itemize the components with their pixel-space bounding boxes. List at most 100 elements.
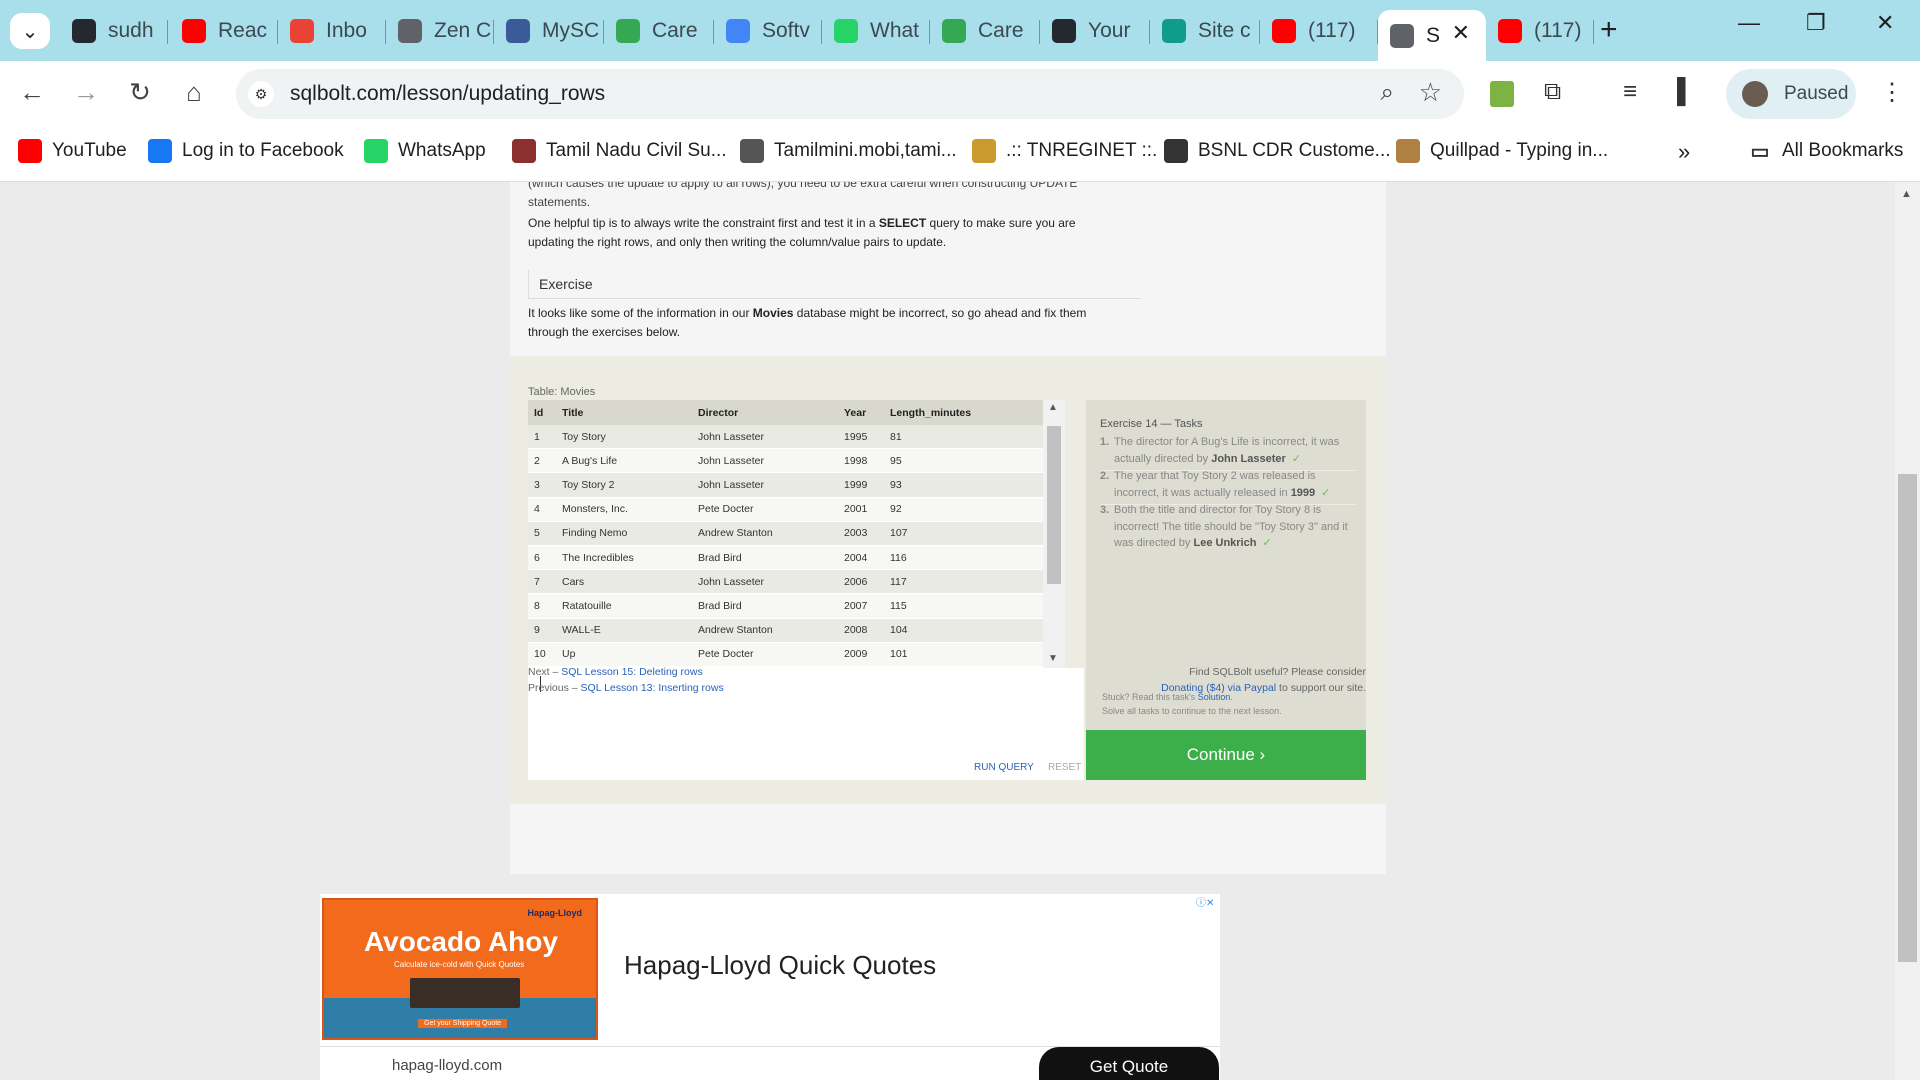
address-bar[interactable]: ⚙ sqlbolt.com/lesson/updating_rows ⌕ ☆ — [236, 69, 1464, 119]
table-cell: Toy Story 2 — [556, 472, 692, 498]
table-cell: Brad Bird — [692, 545, 838, 571]
bookmark-8[interactable]: Quillpad - Typing in... — [1396, 139, 1608, 163]
tab-10[interactable]: Your — [1040, 10, 1150, 52]
bookmark-4[interactable]: Tamil Nadu Civil Su... — [512, 139, 727, 163]
tab-11[interactable]: Site c — [1150, 10, 1260, 52]
bookmark-7[interactable]: BSNL CDR Custome... — [1164, 139, 1391, 163]
bookmark-2[interactable]: Log in to Facebook — [148, 139, 344, 163]
table-cell: 2004 — [838, 545, 884, 571]
advertisement[interactable]: Hapag-Lloyd Avocado Ahoy Calculate ice-c… — [320, 894, 1220, 1080]
exercise-suffix: database might be incorrect, so go ahead… — [793, 306, 1087, 320]
ad-domain[interactable]: hapag-lloyd.com — [392, 1057, 502, 1074]
table-cell: John Lasseter — [692, 569, 838, 595]
next-lesson-link[interactable]: SQL Lesson 15: Deleting rows — [561, 666, 702, 678]
media-control-icon[interactable]: ≡ — [1623, 78, 1637, 106]
tab-6[interactable]: Care — [604, 10, 714, 52]
table-cell: 2001 — [838, 497, 884, 522]
table-cell: Toy Story — [556, 425, 692, 450]
database-icon — [1390, 23, 1414, 48]
zoom-icon[interactable]: ⌕ — [1381, 79, 1394, 107]
bookmark-star-icon[interactable]: ☆ — [1419, 77, 1442, 108]
tab-label: (117) — [1308, 19, 1356, 42]
tab-2[interactable]: Reac — [170, 10, 278, 52]
tab-search-button[interactable]: ⌄ — [10, 13, 50, 49]
bookmark-3[interactable]: WhatsApp — [364, 139, 486, 163]
ad-image[interactable]: Hapag-Lloyd Avocado Ahoy Calculate ice-c… — [322, 898, 598, 1040]
url-text: sqlbolt.com/lesson/updating_rows — [290, 82, 606, 105]
lesson-nav-links: Next – SQL Lesson 15: Deleting rows Prev… — [528, 664, 724, 696]
close-window-button[interactable]: ✕ — [1876, 10, 1894, 36]
tab-14[interactable]: (117) — [1486, 10, 1594, 52]
continue-button[interactable]: Continue › — [1086, 730, 1366, 780]
scroll-down-arrow-icon[interactable]: ▼ — [1048, 653, 1058, 664]
forward-button[interactable]: → — [68, 77, 104, 108]
page-scrollbar[interactable]: ▲ — [1895, 182, 1920, 1080]
tab-1[interactable]: sudh — [60, 10, 168, 52]
table-cell: Finding Nemo — [556, 521, 692, 546]
prev-lesson-link[interactable]: SQL Lesson 13: Inserting rows — [581, 682, 724, 694]
more-menu-icon[interactable]: ⋮ — [1880, 78, 1904, 107]
youtube-icon — [1498, 19, 1522, 43]
tab-9[interactable]: Care — [930, 10, 1040, 52]
tab-8[interactable]: What — [822, 10, 930, 52]
tip-paragraph: One helpful tip is to always write the c… — [528, 214, 1148, 252]
donate-link[interactable]: Donating ($4) via Paypal — [1161, 682, 1276, 694]
tab-12[interactable]: (117) — [1260, 10, 1378, 52]
bookmark-6[interactable]: .:: TNREGINET ::. — [972, 139, 1157, 163]
column-header: Year — [838, 400, 884, 425]
table-row: 4 Monsters, Inc. Pete Docter 2001 92 — [528, 497, 1058, 522]
reload-button[interactable]: ↻ — [122, 77, 158, 108]
youtube-icon — [182, 19, 206, 43]
new-tab-button[interactable]: + — [1600, 13, 1618, 47]
table-cell: 9 — [528, 618, 556, 643]
more-bookmarks-icon[interactable]: » — [1678, 139, 1690, 165]
table-scrollbar[interactable]: ▲ ▼ — [1043, 400, 1065, 668]
tab-3[interactable]: Inbo — [278, 10, 386, 52]
side-panel-icon[interactable]: ▌ — [1677, 78, 1694, 106]
table-cell: Cars — [556, 569, 692, 595]
get-quote-button[interactable]: Get Quote — [1039, 1047, 1219, 1080]
minimize-button[interactable]: — — [1738, 10, 1760, 36]
maximize-button[interactable]: ❐ — [1806, 10, 1826, 36]
profile-button[interactable]: Paused — [1726, 69, 1856, 119]
check-icon: ✓ — [1291, 452, 1302, 465]
table-cell: 117 — [884, 569, 1058, 595]
reset-button[interactable]: RESET — [1048, 762, 1081, 773]
tab-4[interactable]: Zen C — [386, 10, 494, 52]
all-bookmarks-label: All Bookmarks — [1782, 140, 1904, 161]
tab-5[interactable]: MySC — [494, 10, 604, 52]
table-row: 10 Up Pete Docter 2009 101 — [528, 642, 1058, 667]
scroll-up-arrow-icon[interactable]: ▲ — [1901, 188, 1912, 200]
table-scroll-thumb[interactable] — [1047, 426, 1061, 584]
tab-13[interactable]: S ✕ — [1378, 10, 1486, 61]
tab-separator — [1593, 20, 1594, 44]
next-prefix: Next – — [528, 666, 562, 678]
all-bookmarks-button[interactable]: ▭ All Bookmarks — [1748, 139, 1904, 163]
extension-icon[interactable] — [1490, 81, 1514, 107]
site-info-icon[interactable]: ⚙ — [248, 81, 274, 107]
table-cell: 1 — [528, 425, 556, 450]
ad-headline[interactable]: Hapag-Lloyd Quick Quotes — [624, 950, 936, 981]
table-cell: Up — [556, 642, 692, 667]
table-cell: 10 — [528, 642, 556, 667]
table-row: 3 Toy Story 2 John Lasseter 1999 93 — [528, 472, 1058, 498]
tab-7[interactable]: Softv — [714, 10, 822, 52]
close-tab-icon[interactable]: ✕ — [1452, 20, 1470, 46]
table-cell: Andrew Stanton — [692, 618, 838, 643]
home-button[interactable]: ⌂ — [176, 77, 212, 108]
extensions-puzzle-icon[interactable]: ⧉ — [1544, 78, 1561, 106]
movies-table: Id Title Director Year Length_minutes 1 Toy S… — [528, 400, 1058, 668]
run-query-button[interactable]: RUN QUERY — [974, 762, 1034, 773]
support-suffix: to support our site. — [1276, 682, 1366, 694]
page-scroll-thumb[interactable] — [1898, 474, 1917, 962]
back-button[interactable]: ← — [14, 77, 50, 108]
tab-label: Care — [652, 19, 698, 42]
scroll-up-arrow-icon[interactable]: ▲ — [1048, 402, 1058, 413]
table-cell: 115 — [884, 593, 1058, 619]
table-row: 7 Cars John Lasseter 2006 117 — [528, 569, 1058, 595]
check-icon: ✓ — [1262, 537, 1272, 549]
bookmark-1[interactable]: YouTube — [18, 139, 127, 163]
bookmark-5[interactable]: Tamilmini.mobi,tami... — [740, 139, 957, 163]
table-row: 5 Finding Nemo Andrew Stanton 2003 107 — [528, 521, 1058, 546]
adchoices-icon[interactable]: ⓘ✕ — [1196, 894, 1214, 909]
